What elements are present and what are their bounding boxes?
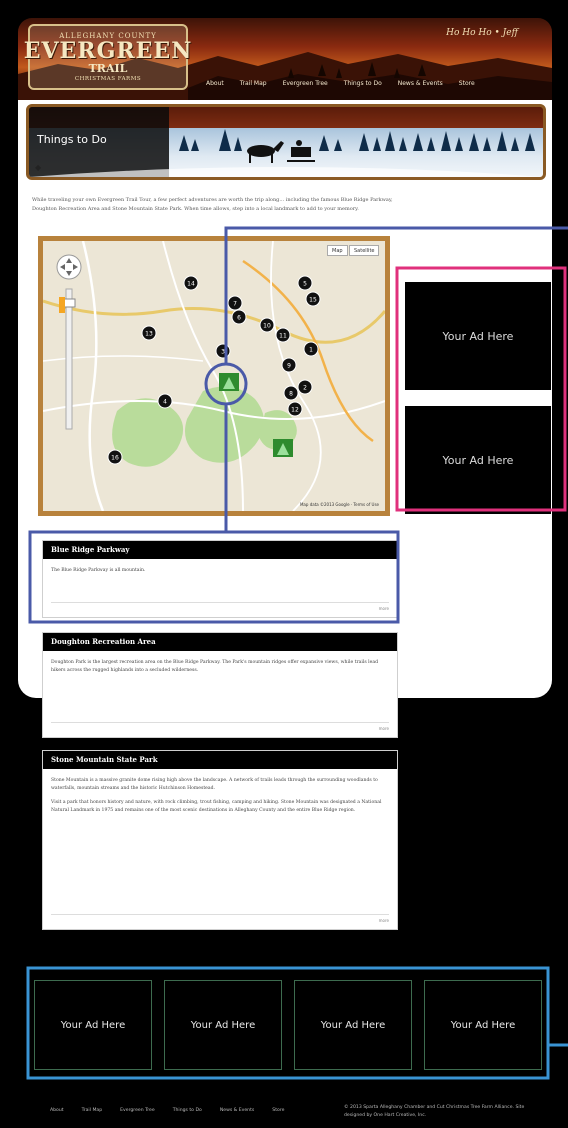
footer-link-things-to-do[interactable]: Things to Do	[173, 1108, 202, 1113]
nav-item-about[interactable]: About	[198, 80, 232, 87]
map-marker-label: 12	[291, 407, 299, 414]
map-marker-label: 1	[309, 347, 313, 354]
map-marker-label: 5	[303, 281, 307, 288]
map-marker[interactable]: 12	[287, 401, 303, 417]
evergreen-trail-logo[interactable]: ALLEGHANY COUNTY EVERGREEN TRAIL CHRISTM…	[24, 24, 191, 90]
nav-item-store[interactable]: Store	[451, 80, 483, 87]
christmas-tree-icon[interactable]	[219, 373, 239, 391]
map-marker[interactable]: 3	[215, 343, 231, 359]
map-marker[interactable]: 13	[141, 325, 157, 341]
map-marker[interactable]: 11	[275, 327, 291, 343]
map-marker-label: 3	[221, 349, 225, 356]
map-zoom-slider[interactable]	[65, 288, 73, 430]
bottom-ad-2[interactable]: Your Ad Here	[164, 980, 282, 1070]
site-header: ALLEGHANY COUNTY EVERGREEN TRAIL CHRISTM…	[18, 18, 552, 100]
ad-label: Your Ad Here	[442, 329, 514, 343]
header-signature: Ho Ho Ho • Jeff	[446, 28, 518, 38]
ad-label: Your Ad Here	[450, 1019, 516, 1031]
map-view-button[interactable]: Map	[327, 245, 348, 256]
more-link[interactable]: more	[379, 918, 389, 923]
card-title[interactable]: Doughton Recreation Area	[43, 633, 397, 651]
card-doughton-recreation-area: Doughton Recreation Area Doughton Park i…	[42, 632, 398, 738]
footer-link-about[interactable]: About	[50, 1108, 64, 1113]
map-marker[interactable]: 10	[259, 317, 275, 333]
card-divider	[51, 914, 389, 915]
map-marker-label: 8	[289, 391, 293, 398]
ad-label: Your Ad Here	[190, 1019, 256, 1031]
intro-text: While traveling your own Evergreen Trail…	[32, 197, 393, 212]
nav-item-news-events[interactable]: News & Events	[390, 80, 451, 87]
map-marker[interactable]: 16	[107, 449, 123, 465]
more-link[interactable]: more	[379, 726, 389, 731]
ad-label: Your Ad Here	[442, 453, 514, 467]
more-link[interactable]: more	[379, 606, 389, 611]
map-marker-label: 9	[287, 363, 291, 370]
map-marker[interactable]: 1	[303, 341, 319, 357]
map-marker-label: 10	[263, 323, 271, 330]
logo-main-text: EVERGREEN	[23, 38, 193, 64]
logo-sub-text: TRAIL	[88, 62, 128, 75]
footer-link-news-events[interactable]: News & Events	[220, 1108, 254, 1113]
map-marker[interactable]: 15	[305, 291, 321, 307]
map-marker[interactable]: 2	[297, 379, 313, 395]
map-marker[interactable]: 8	[283, 385, 299, 401]
ad-label: Your Ad Here	[60, 1019, 126, 1031]
site-footer: About Trail Map Evergreen Tree Things to…	[0, 1086, 568, 1128]
nav-item-evergreen-tree[interactable]: Evergreen Tree	[275, 80, 336, 87]
card-text: Doughton Park is the largest recreation …	[51, 660, 379, 673]
ad-label: Your Ad Here	[320, 1019, 386, 1031]
main-nav: About Trail Map Evergreen Tree Things to…	[198, 80, 483, 87]
card-text: Visit a park that honors history and nat…	[51, 800, 382, 813]
footer-link-store[interactable]: Store	[272, 1108, 284, 1113]
map-marker-label: 7	[233, 301, 237, 308]
bottom-ad-4[interactable]: Your Ad Here	[424, 980, 542, 1070]
satellite-view-button[interactable]: Satellite	[349, 245, 380, 256]
street-view-pegman-icon[interactable]	[59, 297, 65, 313]
map-marker[interactable]: 7	[227, 295, 243, 311]
banner-icon: ◆	[35, 163, 42, 172]
map-marker-label: 14	[187, 281, 195, 288]
bottom-ad-3[interactable]: Your Ad Here	[294, 980, 412, 1070]
card-title[interactable]: Blue Ridge Parkway	[43, 541, 397, 559]
card-divider	[51, 722, 389, 723]
horse-sleigh-silhouette	[247, 140, 315, 163]
map-credit: Map data ©2013 Google · Terms of Use	[299, 502, 379, 507]
nav-item-things-to-do[interactable]: Things to Do	[336, 80, 390, 87]
christmas-tree-icon[interactable]	[273, 439, 293, 457]
copyright-text: © 2013 Sparta Alleghany Chamber and Cut …	[344, 1105, 525, 1118]
map-marker-label: 13	[145, 331, 153, 338]
map-marker-label: 4	[163, 399, 167, 406]
footer-link-trail-map[interactable]: Trail Map	[82, 1108, 103, 1113]
map-marker-label: 16	[111, 455, 119, 462]
content-panel: Things to Do ◆ While traveling your own …	[18, 100, 552, 738]
footer-link-evergreen-tree[interactable]: Evergreen Tree	[120, 1108, 155, 1113]
side-ad-2[interactable]: Your Ad Here	[405, 406, 551, 514]
map-marker[interactable]: 14	[183, 275, 199, 291]
trail-map[interactable]: 14 7 5 15 13 3 6 10 11 9 1 8 12 2 4 16 Map Satellite Ma…	[38, 236, 390, 516]
footer-nav: About Trail Map Evergreen Tree Things to…	[50, 1108, 302, 1113]
page-title: Things to Do	[37, 133, 107, 146]
bottom-ad-row: Your Ad Here Your Ad Here Your Ad Here Y…	[28, 980, 548, 1070]
map-marker-label: 15	[309, 297, 317, 304]
card-divider	[51, 602, 389, 603]
map-marker[interactable]: 4	[157, 393, 173, 409]
map-pan-control[interactable]	[56, 254, 82, 280]
side-ad-1[interactable]: Your Ad Here	[405, 282, 551, 390]
map-canvas[interactable]: 14 7 5 15 13 3 6 10 11 9 1 8 12 2 4 16	[43, 241, 385, 511]
map-marker[interactable]: 6	[231, 309, 247, 325]
map-marker-label: 2	[303, 385, 307, 392]
nav-item-trail-map[interactable]: Trail Map	[232, 80, 275, 87]
card-stone-mountain-state-park: Stone Mountain State Park Stone Mountain…	[42, 750, 398, 930]
things-to-do-banner: Things to Do ◆	[26, 104, 546, 180]
card-text: Stone Mountain is a massive granite dome…	[51, 778, 378, 791]
map-marker-label: 11	[279, 333, 287, 340]
map-marker[interactable]: 5	[297, 275, 313, 291]
map-marker[interactable]: 9	[281, 357, 297, 373]
card-blue-ridge-parkway: Blue Ridge Parkway The Blue Ridge Parkwa…	[42, 540, 398, 618]
logo-tag-text: CHRISTMAS FARMS	[74, 76, 142, 82]
map-marker-label: 6	[237, 315, 241, 322]
card-title[interactable]: Stone Mountain State Park	[43, 751, 397, 769]
card-text: The Blue Ridge Parkway is all mountain.	[51, 568, 146, 573]
bottom-ad-1[interactable]: Your Ad Here	[34, 980, 152, 1070]
